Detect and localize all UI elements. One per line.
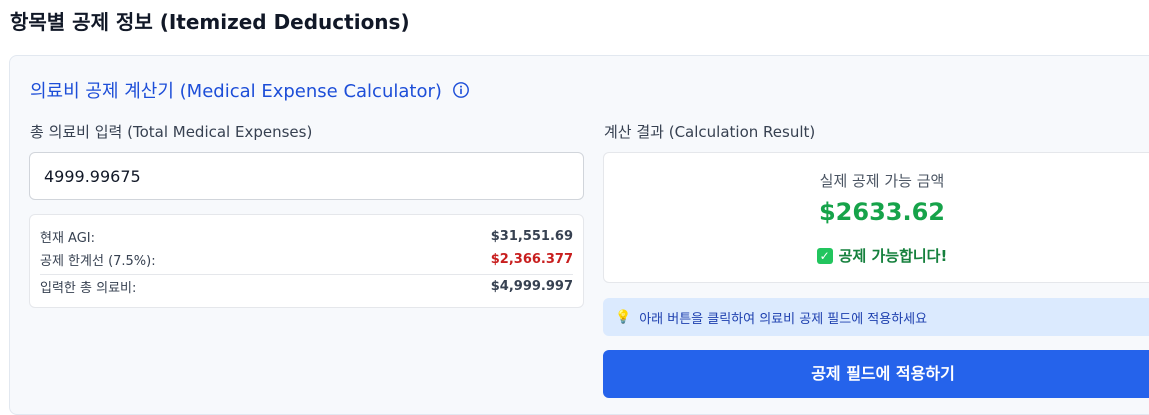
apply-to-field-button[interactable]: 공제 필드에 적용하기 bbox=[603, 350, 1149, 398]
deductible-status: ✓ 공제 가능합니다! bbox=[604, 245, 1149, 266]
calculation-result-label: 계산 결과 (Calculation Result) bbox=[604, 123, 816, 141]
lightbulb-icon: 💡 bbox=[615, 309, 632, 325]
threshold-value: $2,366.377 bbox=[490, 252, 573, 267]
page-title: 항목별 공제 정보 (Itemized Deductions) bbox=[10, 10, 410, 34]
entered-expenses-row: 입력한 총 의료비: $4,999.997 bbox=[40, 274, 573, 298]
result-box: 실제 공제 가능 금액 $2633.62 ✓ 공제 가능합니다! bbox=[603, 152, 1149, 283]
check-box-icon: ✓ bbox=[816, 247, 833, 264]
info-icon[interactable] bbox=[452, 81, 470, 99]
deductible-status-text: 공제 가능합니다! bbox=[838, 247, 948, 265]
agi-row: 현재 AGI: $31,551.69 bbox=[40, 225, 573, 248]
entered-expenses-value: $4,999.997 bbox=[490, 279, 573, 294]
entered-expenses-label: 입력한 총 의료비: bbox=[40, 281, 137, 296]
deductible-amount: $2633.62 bbox=[818, 198, 945, 226]
total-medical-expenses-input[interactable] bbox=[29, 152, 584, 200]
agi-value: $31,551.69 bbox=[490, 229, 573, 244]
apply-hint: 💡 아래 버튼을 클릭하여 의료비 공제 필드에 적용하세요 bbox=[603, 298, 1149, 336]
agi-label: 현재 AGI: bbox=[40, 231, 96, 246]
threshold-row: 공제 한계선 (7.5%): $2,366.377 bbox=[40, 248, 573, 271]
apply-hint-text: 아래 버튼을 클릭하여 의료비 공제 필드에 적용하세요 bbox=[639, 311, 928, 327]
threshold-label: 공제 한계선 (7.5%): bbox=[40, 254, 156, 269]
calculator-title-text: 의료비 공제 계산기 (Medical Expense Calculator) bbox=[30, 81, 442, 102]
result-caption: 실제 공제 가능 금액 bbox=[819, 172, 945, 190]
summary-box: 현재 AGI: $31,551.69 공제 한계선 (7.5%): $2,366… bbox=[29, 214, 584, 308]
total-expenses-label: 총 의료비 입력 (Total Medical Expenses) bbox=[30, 123, 313, 141]
calculator-title: 의료비 공제 계산기 (Medical Expense Calculator) bbox=[30, 77, 470, 103]
